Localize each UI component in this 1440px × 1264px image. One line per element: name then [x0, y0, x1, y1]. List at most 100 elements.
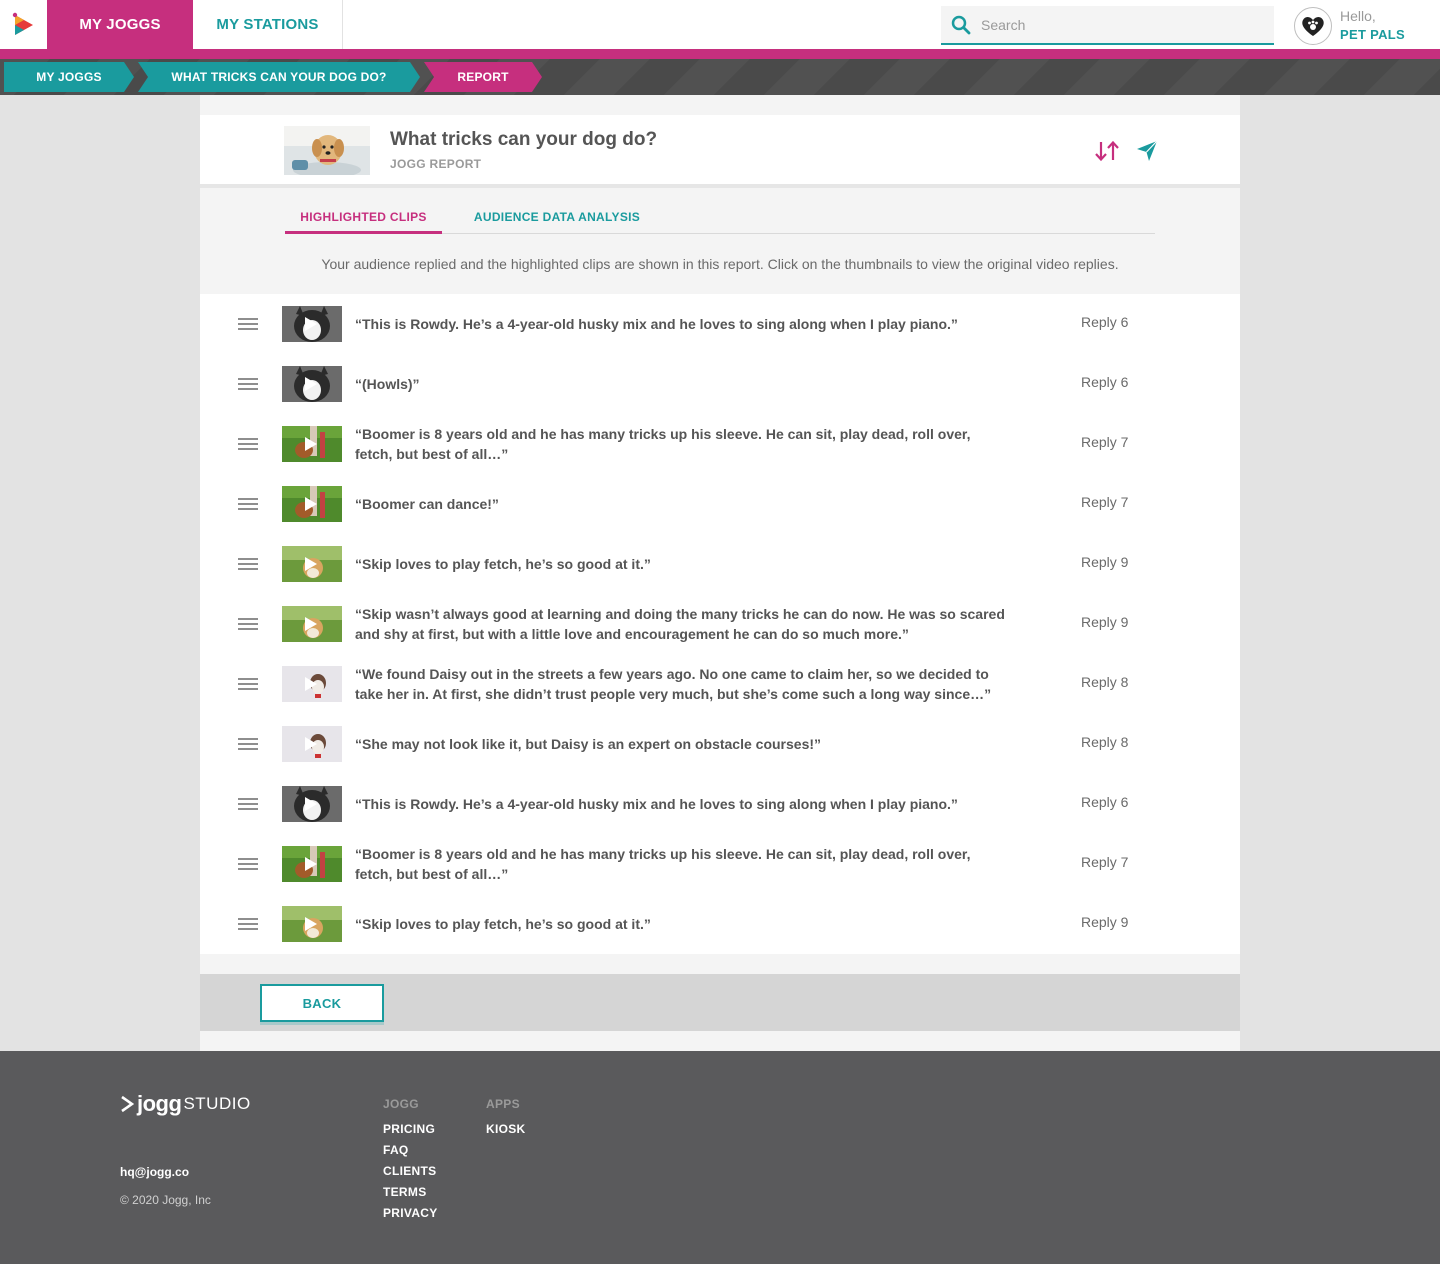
drag-handle-icon[interactable]	[238, 918, 258, 930]
clip-reply-label: Reply 6	[1081, 374, 1129, 390]
list-item[interactable]: “This is Rowdy. He’s a 4-year-old husky …	[200, 774, 1240, 834]
list-item[interactable]: “(Howls)” Reply 6	[200, 354, 1240, 414]
footer-link-privacy[interactable]: PRIVACY	[383, 1206, 438, 1227]
footer-link-pricing[interactable]: PRICING	[383, 1122, 438, 1143]
clip-quote: “Boomer can dance!”	[355, 496, 499, 512]
clip-reply-label: Reply 7	[1081, 494, 1129, 510]
clip-thumbnail[interactable]	[282, 786, 342, 822]
list-item[interactable]: “This is Rowdy. He’s a 4-year-old husky …	[200, 294, 1240, 354]
clip-quote: “She may not look like it, but Daisy is …	[355, 736, 822, 752]
drag-handle-icon[interactable]	[238, 678, 258, 690]
tab-highlighted-clips[interactable]: HIGHLIGHTED CLIPS	[285, 203, 442, 234]
heart-paw-icon	[1302, 17, 1324, 36]
report-tabs: HIGHLIGHTED CLIPS AUDIENCE DATA ANALYSIS	[285, 203, 1155, 234]
list-item[interactable]: “Skip loves to play fetch, he’s so good …	[200, 534, 1240, 594]
play-icon	[305, 617, 317, 631]
clip-reply-label: Reply 9	[1081, 614, 1129, 630]
play-icon	[305, 317, 317, 331]
clip-reply-label: Reply 7	[1081, 434, 1129, 450]
drag-handle-icon[interactable]	[238, 738, 258, 750]
list-item[interactable]: “We found Daisy out in the streets a few…	[200, 654, 1240, 714]
list-item[interactable]: “Skip loves to play fetch, he’s so good …	[200, 894, 1240, 954]
nav-tab-my-stations[interactable]: MY STATIONS	[193, 0, 343, 49]
sort-icon[interactable]	[1094, 140, 1120, 162]
breadcrumb: MY JOGGS WHAT TRICKS CAN YOUR DOG DO? RE…	[4, 62, 546, 92]
clip-thumbnail[interactable]	[282, 366, 342, 402]
report-subtitle: JOGG REPORT	[390, 157, 482, 171]
action-bar: BACK	[200, 974, 1240, 1031]
clip-thumbnail[interactable]	[282, 906, 342, 942]
logo-icon	[121, 1095, 134, 1113]
nav-tab-my-joggs[interactable]: MY JOGGS	[47, 0, 193, 49]
clip-reply-label: Reply 9	[1081, 914, 1129, 930]
breadcrumb-jogg[interactable]: WHAT TRICKS CAN YOUR DOG DO?	[138, 62, 420, 92]
list-item[interactable]: “Skip wasn’t always good at learning and…	[200, 594, 1240, 654]
drag-handle-icon[interactable]	[238, 378, 258, 390]
footer-copyright: © 2020 Jogg, Inc	[120, 1193, 211, 1207]
main-content: What tricks can your dog do? JOGG REPORT…	[200, 95, 1240, 1051]
list-item[interactable]: “Boomer can dance!” Reply 7	[200, 474, 1240, 534]
list-item[interactable]: “Boomer is 8 years old and he has many t…	[200, 414, 1240, 474]
drag-handle-icon[interactable]	[238, 558, 258, 570]
footer-link-terms[interactable]: TERMS	[383, 1185, 438, 1206]
nav-accent-bar	[0, 49, 1440, 59]
site-footer: jogg STUDIO hq@jogg.co © 2020 Jogg, Inc …	[0, 1051, 1440, 1264]
clip-reply-label: Reply 9	[1081, 554, 1129, 570]
footer-brand-suffix: STUDIO	[183, 1094, 251, 1113]
user-name[interactable]: PET PALS	[1340, 27, 1405, 42]
logo-icon[interactable]	[0, 0, 47, 49]
drag-handle-icon[interactable]	[238, 498, 258, 510]
clip-thumbnail[interactable]	[282, 546, 342, 582]
clip-quote: “Boomer is 8 years old and he has many t…	[355, 426, 971, 462]
clip-thumbnail[interactable]	[282, 606, 342, 642]
search-icon	[951, 15, 971, 34]
search-input[interactable]: Search	[941, 6, 1274, 45]
report-header: What tricks can your dog do? JOGG REPORT	[200, 115, 1240, 188]
clip-reply-label: Reply 8	[1081, 674, 1129, 690]
back-button[interactable]: BACK	[260, 984, 384, 1022]
footer-logo[interactable]: jogg STUDIO	[120, 1091, 251, 1117]
play-icon	[305, 737, 317, 751]
clip-list: “This is Rowdy. He’s a 4-year-old husky …	[200, 294, 1240, 954]
list-item[interactable]: “She may not look like it, but Daisy is …	[200, 714, 1240, 774]
play-icon	[305, 497, 317, 511]
footer-link-clients[interactable]: CLIENTS	[383, 1164, 438, 1185]
search-placeholder: Search	[981, 16, 1026, 33]
clip-thumbnail[interactable]	[282, 426, 342, 462]
play-icon	[305, 377, 317, 391]
clip-thumbnail[interactable]	[282, 306, 342, 342]
footer-col-heading: APPS	[486, 1097, 520, 1111]
play-icon	[305, 437, 317, 451]
footer-link-faq[interactable]: FAQ	[383, 1143, 438, 1164]
drag-handle-icon[interactable]	[238, 318, 258, 330]
footer-email[interactable]: hq@jogg.co	[120, 1165, 189, 1179]
clip-quote: “We found Daisy out in the streets a few…	[355, 666, 992, 702]
clip-quote: “Boomer is 8 years old and he has many t…	[355, 846, 971, 882]
breadcrumb-my-joggs[interactable]: MY JOGGS	[4, 62, 134, 92]
play-icon	[305, 557, 317, 571]
clip-reply-label: Reply 7	[1081, 854, 1129, 870]
avatar[interactable]	[1294, 7, 1332, 45]
drag-handle-icon[interactable]	[238, 858, 258, 870]
play-icon	[305, 917, 317, 931]
list-item[interactable]: “Boomer is 8 years old and he has many t…	[200, 834, 1240, 894]
footer-col-jogg: JOGG PRICING FAQ CLIENTS TERMS PRIVACY	[383, 1097, 438, 1227]
clip-reply-label: Reply 8	[1081, 734, 1129, 750]
drag-handle-icon[interactable]	[238, 438, 258, 450]
drag-handle-icon[interactable]	[238, 798, 258, 810]
clip-thumbnail[interactable]	[282, 726, 342, 762]
tab-audience-data-analysis[interactable]: AUDIENCE DATA ANALYSIS	[459, 203, 655, 234]
clip-thumbnail[interactable]	[282, 846, 342, 882]
clip-thumbnail[interactable]	[282, 666, 342, 702]
breadcrumb-report: REPORT	[424, 62, 542, 92]
clip-quote: “Skip wasn’t always good at learning and…	[355, 606, 1005, 642]
drag-handle-icon[interactable]	[238, 618, 258, 630]
clip-reply-label: Reply 6	[1081, 794, 1129, 810]
clip-thumbnail[interactable]	[282, 486, 342, 522]
play-icon	[305, 677, 317, 691]
send-icon[interactable]	[1136, 140, 1158, 162]
clip-quote: “This is Rowdy. He’s a 4-year-old husky …	[355, 796, 958, 812]
footer-link-kiosk[interactable]: KIOSK	[486, 1122, 526, 1143]
top-nav: MY JOGGS MY STATIONS Search Hello, PET P…	[0, 0, 1440, 49]
footer-brand: jogg	[137, 1091, 182, 1116]
